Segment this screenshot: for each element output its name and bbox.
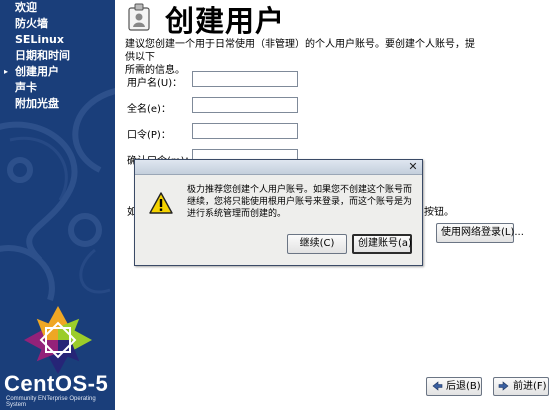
warning-icon (149, 192, 173, 214)
sidebar-item-label: 日期和时间 (15, 49, 70, 62)
sidebar-item-label: SELinux (15, 33, 64, 46)
continue-button[interactable]: 继续(C) (287, 234, 347, 254)
sidebar-item-additional-cds: 附加光盘 (0, 96, 115, 112)
sidebar-item-label: 创建用户 (15, 65, 59, 78)
page-title: 创建用户 (165, 4, 286, 38)
username-label: 用户名(U)： (127, 78, 183, 89)
sidebar-item-firewall: 防火墙 (0, 16, 115, 32)
sidebar-item-welcome: 欢迎 (0, 0, 115, 16)
sidebar-item-selinux: SELinux (0, 32, 115, 48)
brand-tagline: Community ENTerprise Operating System (6, 396, 96, 408)
arrow-right-icon (498, 381, 509, 391)
dialog-titlebar: ✕ (135, 160, 422, 175)
sidebar-item-date-time: 日期和时间 (0, 48, 115, 64)
sidebar-nav: 欢迎 防火墙 SELinux 日期和时间 ▸ 创建用户 声卡 附加光盘 (0, 0, 115, 112)
sidebar-item-create-user: ▸ 创建用户 (0, 64, 115, 80)
brand-name: CentOS-5 (4, 371, 109, 396)
sidebar-item-label: 欢迎 (15, 1, 37, 14)
network-login-button[interactable]: 使用网络登录(L)... (436, 223, 524, 243)
password-input[interactable] (192, 123, 298, 139)
close-icon[interactable]: ✕ (407, 160, 419, 173)
password-row: 口令(P)： (127, 123, 327, 143)
sidebar-item-label: 附加光盘 (15, 97, 59, 110)
back-button-label: 后退(B) (446, 381, 481, 392)
user-badge-icon (128, 3, 150, 31)
username-input[interactable] (192, 71, 298, 87)
forward-button-label: 前进(F) (513, 381, 547, 392)
password-label: 口令(P)： (127, 130, 171, 141)
dialog-message-line: 进行系统管理而创建的。 (187, 209, 287, 219)
sidebar-item-label: 防火墙 (15, 17, 48, 30)
dialog-message-line: 继续，您将只能使用根用户账号来登录，而这个账号是为 (187, 197, 413, 207)
dialog-message: 极力推荐您创建个人用户账号。如果您不创建这个账号而 继续，您将只能使用根用户账号… (187, 184, 413, 220)
fullname-row: 全名(e)： (127, 97, 327, 117)
fullname-input[interactable] (192, 97, 298, 113)
obscured-text-right: 按钮。 (424, 207, 454, 218)
sidebar: 欢迎 防火墙 SELinux 日期和时间 ▸ 创建用户 声卡 附加光盘 Cent… (0, 0, 115, 410)
arrow-left-icon (432, 381, 443, 391)
sidebar-item-label: 声卡 (15, 81, 37, 94)
centos-logo-icon (24, 306, 92, 374)
dialog-message-line: 极力推荐您创建个人用户账号。如果您不创建这个账号而 (187, 185, 413, 195)
create-account-button[interactable]: 创建账号(a) (352, 234, 412, 254)
warning-dialog: ✕ 极力推荐您创建个人用户账号。如果您不创建这个账号而 继续，您将只能使用根用户… (134, 159, 423, 266)
username-row: 用户名(U)： (127, 71, 327, 91)
sidebar-item-sound-card: 声卡 (0, 80, 115, 96)
fullname-label: 全名(e)： (127, 104, 171, 115)
intro-line: 建议您创建一个用于日常使用（非管理）的个人用户账号。要创建个人账号，提供以下 (125, 39, 475, 63)
active-marker-icon: ▸ (4, 67, 9, 76)
forward-button[interactable]: 前进(F) (493, 377, 549, 396)
back-button[interactable]: 后退(B) (426, 377, 482, 396)
